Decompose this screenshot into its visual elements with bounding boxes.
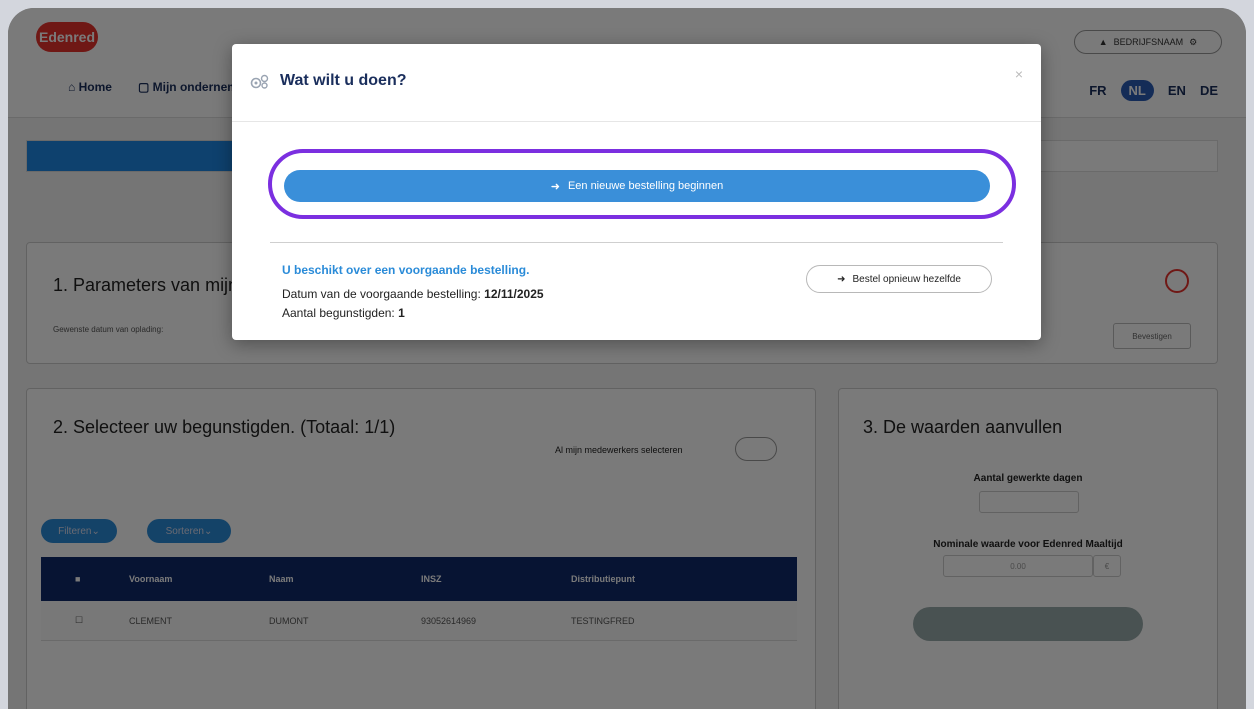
lang-nl[interactable]: NL	[1120, 80, 1154, 101]
close-icon[interactable]: ×	[1015, 66, 1023, 82]
col-lastname[interactable]: Naam	[269, 557, 294, 601]
nav-home[interactable]: ⌂ Home	[68, 80, 112, 94]
alert-icon	[1165, 269, 1189, 293]
panel2-title: 2. Selecteer uw begunstigden. (Totaal: 1…	[53, 417, 396, 437]
modal-divider	[270, 242, 1003, 243]
cell-lastname: DUMONT	[269, 615, 309, 626]
table-row[interactable]: ☐ CLEMENT DUMONT 93052614969 TESTINGFRED	[41, 601, 797, 641]
lang-fr[interactable]: FR	[1089, 83, 1106, 98]
arrow-right-icon: ➜	[550, 180, 560, 193]
action-modal: Wat wilt u doen? × ➜ Een nieuwe bestelli…	[232, 44, 1041, 340]
gears-icon	[250, 74, 269, 89]
beneficiaries-count: Aantal begunstigden: 1	[282, 306, 405, 320]
main-nav: ⌂ Home ▢ Mijn onderneming	[68, 80, 256, 94]
previous-order-date: Datum van de voorgaande bestelling: 12/1…	[282, 287, 544, 301]
col-firstname[interactable]: Voornaam	[129, 557, 172, 601]
col-point[interactable]: Distributiepunt	[571, 557, 635, 601]
lang-en[interactable]: EN	[1168, 83, 1186, 98]
panel3-title: 3. De waarden aanvullen	[863, 417, 1063, 437]
select-all-label: Al mijn medewerkers selecteren	[555, 445, 683, 455]
select-all-checkbox[interactable]: ■	[75, 557, 80, 601]
sort-button[interactable]: Sorteren ⌄	[147, 519, 231, 543]
cell-firstname: CLEMENT	[129, 615, 173, 626]
date-label: Gewenste datum van oplading:	[53, 325, 164, 334]
new-order-label: Een nieuwe bestelling beginnen	[567, 180, 724, 192]
arrow-right-icon: ➜	[837, 273, 846, 285]
modal-header: Wat wilt u doen? ×	[232, 44, 1041, 122]
lang-de[interactable]: DE	[1200, 83, 1218, 98]
new-order-button[interactable]: ➜ Een nieuwe bestelling beginnen	[284, 170, 990, 202]
row-checkbox[interactable]: ☐	[75, 601, 83, 640]
cell-point: TESTINGFRED	[571, 615, 635, 626]
filter-button[interactable]: Filteren ⌄	[41, 519, 117, 543]
edenred-logo[interactable]: Edenred	[36, 22, 98, 52]
reorder-same-button[interactable]: ➜ Bestel opnieuw hezelfde	[806, 265, 992, 293]
previous-order-title: U beschikt over een voorgaande bestellin…	[282, 263, 530, 277]
value-label: Nominale waarde voor Edenred Maaltijd	[933, 539, 1123, 550]
col-insz[interactable]: INSZ	[421, 557, 442, 601]
reorder-label: Bestel opnieuw hezelfde	[852, 273, 961, 285]
user-name: BEDRIJFSNAAM	[1113, 37, 1184, 47]
progress-fill	[27, 141, 247, 171]
value-input[interactable]: 0.00	[943, 555, 1093, 577]
table-header: ■ Voornaam Naam INSZ Distributiepunt	[41, 557, 797, 601]
confirm-button[interactable]: Bevestigen	[1113, 323, 1191, 349]
settings-icon: ⚙	[1189, 36, 1198, 47]
language-switcher: FR NL EN DE	[1089, 80, 1218, 101]
select-all-toggle[interactable]	[735, 437, 777, 461]
beneficiaries-panel: 2. Selecteer uw begunstigden. (Totaal: 1…	[26, 388, 816, 709]
values-panel: 3. De waarden aanvullen Aantal gewerkte …	[838, 388, 1218, 709]
browser-frame: Edenred ⌂ Home ▢ Mijn onderneming ▲ BEDR…	[8, 8, 1246, 709]
user-icon: ▲	[1098, 37, 1108, 47]
cell-insz: 93052614969	[421, 615, 477, 626]
user-menu[interactable]: ▲ BEDRIJFSNAAM ⚙	[1074, 30, 1222, 54]
currency-unit: €	[1093, 555, 1121, 577]
days-input[interactable]	[979, 491, 1079, 513]
days-label: Aantal gewerkte dagen	[973, 473, 1083, 484]
modal-title: Wat wilt u doen?	[280, 72, 407, 89]
add-to-order-button[interactable]	[913, 607, 1143, 641]
